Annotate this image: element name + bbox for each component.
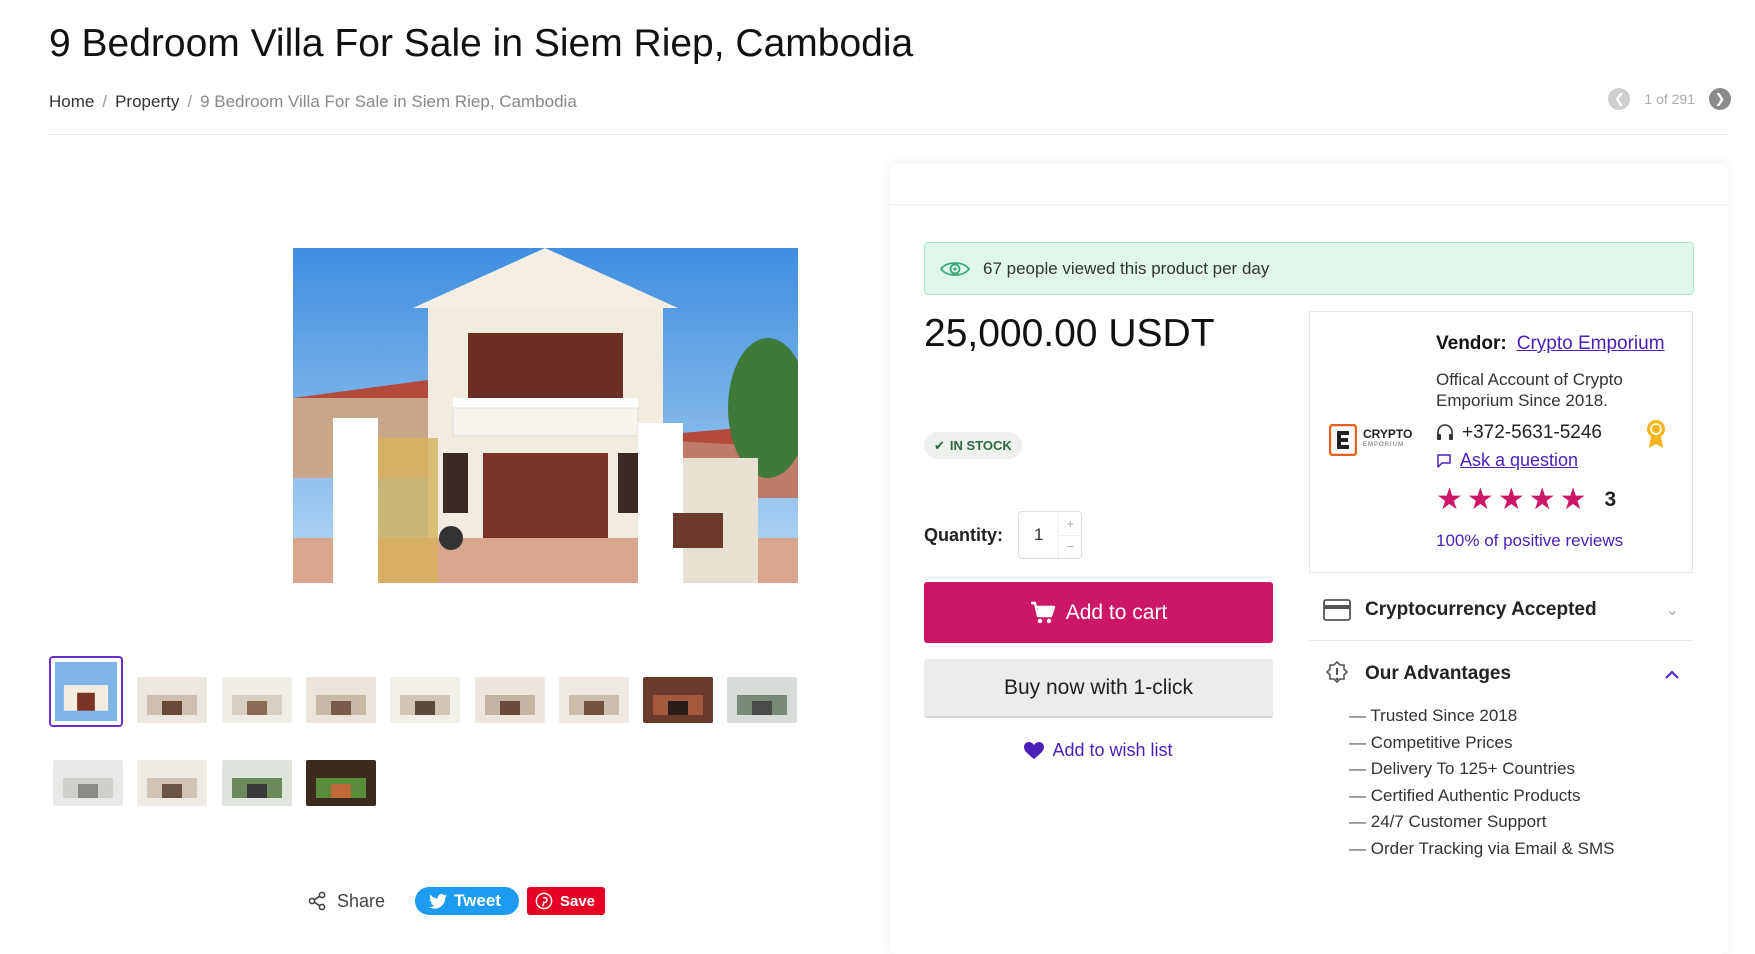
star-icon: ★ xyxy=(1528,483,1556,516)
header-divider xyxy=(49,134,1728,135)
crypto-emporium-logo-icon xyxy=(1329,424,1357,456)
gallery-thumbnail[interactable] xyxy=(558,677,629,723)
verified-award-icon xyxy=(1644,419,1668,454)
star-icon: ★ xyxy=(1559,483,1587,516)
rating-count: 3 xyxy=(1604,488,1617,511)
vendor-name-link[interactable]: Crypto Emporium xyxy=(1517,333,1665,354)
views-banner: 67 people viewed this product per day xyxy=(924,242,1694,295)
ask-question-label: Ask a question xyxy=(1460,450,1579,470)
gallery-thumbnail[interactable] xyxy=(727,677,798,723)
quantity-decrease-button[interactable]: − xyxy=(1059,536,1081,559)
previous-product-button[interactable]: ❮ xyxy=(1608,88,1631,110)
gallery-thumbnail[interactable] xyxy=(221,760,292,806)
star-icon: ★ xyxy=(1436,483,1463,516)
advantage-item: Delivery To 125+ Countries xyxy=(1349,759,1614,786)
alert-badge-icon xyxy=(1325,660,1349,684)
advantage-item: Competitive Prices xyxy=(1349,733,1614,760)
star-icon: ★ xyxy=(1466,483,1494,516)
panel-header-divider xyxy=(890,204,1728,205)
star-icon: ★ xyxy=(1497,483,1525,516)
gallery-thumbnail[interactable] xyxy=(390,677,461,723)
gallery-thumbnail[interactable] xyxy=(305,760,376,806)
chevron-down-icon: ⌄ xyxy=(1665,601,1679,619)
eye-icon xyxy=(939,261,971,276)
positive-reviews-link[interactable]: 100% of positive reviews xyxy=(1436,531,1623,551)
main-product-image[interactable] xyxy=(293,248,798,583)
breadcrumb: Home / Property / 9 Bedroom Villa For Sale i… xyxy=(49,92,577,112)
check-icon: ✔ xyxy=(934,437,945,453)
heart-icon xyxy=(1024,741,1045,759)
accordion-cryptocurrency-title: Cryptocurrency Accepted xyxy=(1365,598,1597,620)
next-product-button[interactable]: ❯ xyxy=(1709,88,1731,110)
stock-label: IN STOCK xyxy=(949,438,1012,453)
vendor-description: Offical Account of Crypto Emporium Since… xyxy=(1436,370,1623,410)
gallery-thumbnail[interactable] xyxy=(305,677,376,723)
quantity-increase-button[interactable]: + xyxy=(1059,512,1081,536)
advantage-item: Trusted Since 2018 xyxy=(1349,706,1614,733)
stock-badge: ✔ IN STOCK xyxy=(924,432,1022,459)
share-bar: Share Tweet Save xyxy=(307,887,606,915)
buy-now-button[interactable]: Buy now with 1-click xyxy=(924,659,1273,718)
chevron-up-icon xyxy=(1665,670,1679,679)
vendor-line: Vendor: Crypto Emporium xyxy=(1436,333,1665,355)
tweet-button[interactable]: Tweet xyxy=(415,887,519,915)
quantity-stepper: 1 + − xyxy=(1018,511,1082,559)
credit-card-icon xyxy=(1323,598,1351,621)
product-pager: ❮ 1 of 291 ❯ xyxy=(1608,88,1731,110)
product-price: 25,000.00 USDT xyxy=(924,312,1215,356)
accordion-cryptocurrency[interactable]: Cryptocurrency Accepted ⌄ xyxy=(1309,579,1693,641)
gallery-thumbnail[interactable] xyxy=(137,760,208,806)
price-amount: 25,000.00 xyxy=(924,312,1098,355)
price-currency: USDT xyxy=(1108,312,1215,355)
vendor-logo-subtext: EMPORIUM xyxy=(1363,442,1404,448)
page-title: 9 Bedroom Villa For Sale in Siem Riep, C… xyxy=(49,22,914,65)
save-label: Save xyxy=(559,892,596,910)
breadcrumb-separator: / xyxy=(102,92,108,111)
advantage-item: Order Tracking via Email & SMS xyxy=(1349,839,1615,866)
headset-icon xyxy=(1437,424,1453,440)
vendor-label: Vendor: xyxy=(1436,333,1507,354)
share-button[interactable]: Share xyxy=(307,891,385,912)
add-to-wishlist-link[interactable]: Add to wish list xyxy=(924,740,1273,761)
breadcrumb-property[interactable]: Property xyxy=(115,92,179,111)
advantage-item: 24/7 Customer Support xyxy=(1349,812,1614,839)
breadcrumb-separator: / xyxy=(187,92,193,111)
tweet-label: Tweet xyxy=(454,891,501,910)
advantages-list: Trusted Since 2018 Competitive Prices De… xyxy=(1349,706,1614,865)
vendor-logo[interactable]: CRYPTO EMPORIUM xyxy=(1329,424,1412,456)
vendor-phone[interactable]: +372-5631-5246 xyxy=(1436,422,1602,444)
views-text: 67 people viewed this product per day xyxy=(983,258,1270,278)
accordion-advantages[interactable]: Our Advantages xyxy=(1309,643,1693,705)
pinterest-icon xyxy=(535,892,553,910)
vendor-rating: ★ ★ ★ ★ ★ 3 xyxy=(1436,485,1616,515)
vendor-phone-number: +372-5631-5246 xyxy=(1462,422,1602,443)
add-to-cart-button[interactable]: Add to cart xyxy=(924,582,1273,643)
twitter-bird-icon xyxy=(429,893,448,909)
villa-photo xyxy=(293,248,798,583)
advantage-item: Certified Authentic Products xyxy=(1349,786,1614,813)
buy-now-label: Buy now with 1-click xyxy=(1003,675,1194,699)
wishlist-label: Add to wish list xyxy=(1052,740,1173,760)
cart-icon xyxy=(1030,601,1055,623)
chat-icon xyxy=(1437,453,1451,468)
breadcrumb-home[interactable]: Home xyxy=(49,92,94,111)
accordion-advantages-title: Our Advantages xyxy=(1365,663,1512,684)
share-icon xyxy=(308,891,326,911)
breadcrumb-current: 9 Bedroom Villa For Sale in Siem Riep, C… xyxy=(200,92,577,111)
pinterest-save-button[interactable]: Save xyxy=(526,887,606,915)
gallery-thumbnail[interactable] xyxy=(53,760,123,806)
quantity-label: Quantity: xyxy=(924,525,1003,545)
gallery-thumbnail[interactable] xyxy=(474,677,545,723)
gallery-thumbnail[interactable] xyxy=(137,677,208,723)
gallery-thumbnail[interactable] xyxy=(221,677,292,723)
add-to-cart-label: Add to cart xyxy=(1065,600,1168,624)
share-label: Share xyxy=(337,890,386,911)
pager-count: 1 of 291 xyxy=(1644,91,1695,107)
quantity-input[interactable]: 1 xyxy=(1019,512,1058,558)
vendor-logo-text: CRYPTO xyxy=(1363,427,1413,441)
gallery-thumbnail[interactable] xyxy=(49,656,123,727)
gallery-thumbnail[interactable] xyxy=(643,677,714,723)
ask-question-link[interactable]: Ask a question xyxy=(1436,450,1578,471)
